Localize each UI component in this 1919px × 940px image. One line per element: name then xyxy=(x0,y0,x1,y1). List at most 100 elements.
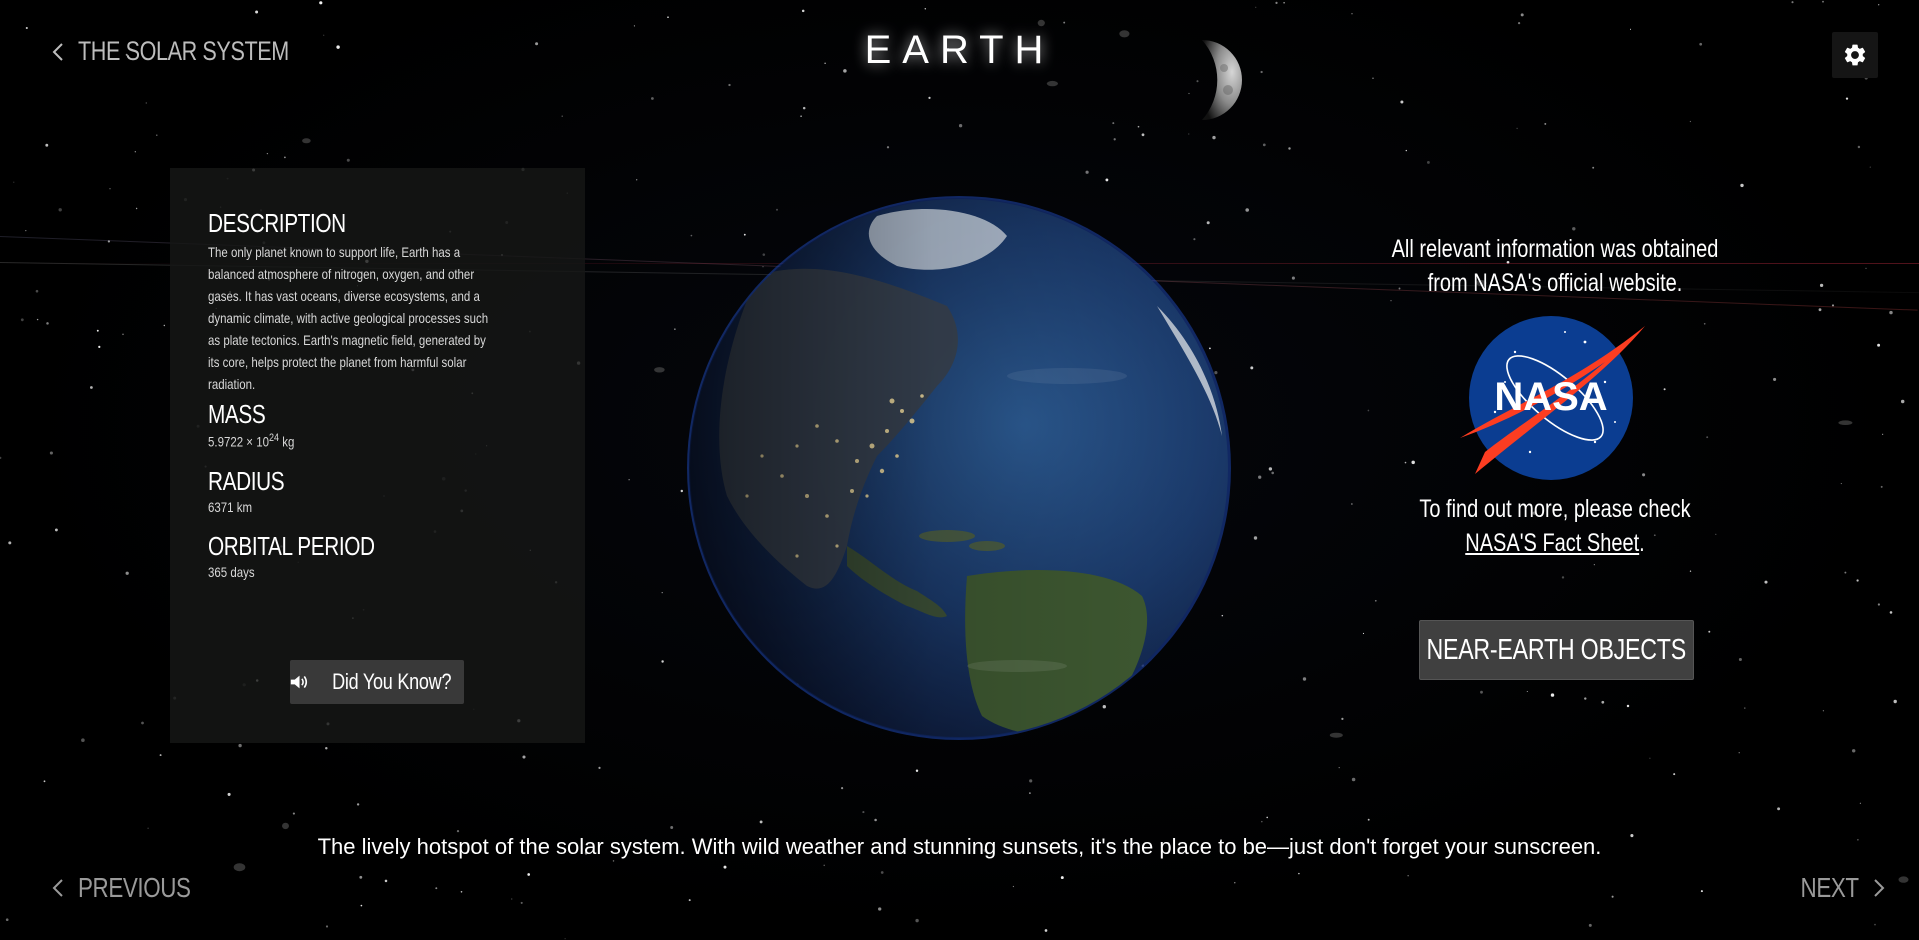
star xyxy=(1374,599,1377,602)
did-you-know-button[interactable]: Did You Know? xyxy=(290,660,464,704)
asteroid xyxy=(1037,19,1045,27)
star xyxy=(25,229,27,232)
star xyxy=(1845,97,1849,100)
star xyxy=(1744,707,1746,709)
star xyxy=(674,328,676,330)
page-title: EARTH xyxy=(864,28,1055,72)
previous-planet-button[interactable]: PREVIOUS xyxy=(52,872,219,904)
star xyxy=(561,115,563,117)
star xyxy=(1880,485,1883,488)
star xyxy=(356,803,360,806)
star xyxy=(359,875,363,879)
star xyxy=(667,16,669,19)
star xyxy=(1426,160,1430,164)
next-label: NEXT xyxy=(1800,872,1860,903)
star xyxy=(1572,227,1576,231)
star xyxy=(1673,773,1676,776)
star xyxy=(1764,580,1768,584)
nasa-logo: NASA xyxy=(1460,316,1645,480)
star xyxy=(1085,170,1089,174)
star xyxy=(1819,283,1824,288)
asteroid xyxy=(302,138,311,144)
moon[interactable] xyxy=(1188,38,1242,122)
star xyxy=(96,329,99,332)
star xyxy=(1372,77,1374,79)
star xyxy=(125,571,129,575)
star xyxy=(1791,1,1794,4)
orbital-period-section: ORBITAL PERIOD 365 days xyxy=(208,531,547,580)
asteroid xyxy=(1838,420,1853,426)
star xyxy=(1844,571,1847,574)
star xyxy=(255,10,259,14)
star xyxy=(1777,807,1781,811)
star xyxy=(1857,145,1861,149)
star xyxy=(728,83,731,87)
star xyxy=(1362,632,1365,635)
star xyxy=(1250,366,1254,370)
star xyxy=(520,901,523,904)
star xyxy=(1689,120,1692,123)
star xyxy=(1480,690,1483,694)
nasa-fact-sheet-link[interactable]: NASA'S Fact Sheet xyxy=(1465,529,1639,557)
star xyxy=(1341,717,1344,721)
star xyxy=(325,746,328,750)
star xyxy=(1882,433,1884,435)
star xyxy=(1255,6,1257,8)
star xyxy=(802,106,806,110)
star xyxy=(915,769,919,772)
star xyxy=(90,386,93,389)
star xyxy=(163,324,165,327)
star xyxy=(1291,276,1295,280)
star xyxy=(564,938,566,940)
star xyxy=(45,143,49,147)
star xyxy=(1137,125,1140,128)
star xyxy=(460,890,463,893)
star xyxy=(1592,166,1595,169)
star xyxy=(54,528,58,532)
star xyxy=(915,918,919,923)
star xyxy=(628,479,630,481)
star xyxy=(1271,471,1274,475)
star xyxy=(511,898,513,900)
star xyxy=(98,345,101,349)
star xyxy=(1258,475,1262,479)
star xyxy=(1550,693,1555,697)
star xyxy=(688,899,691,902)
star xyxy=(1877,603,1881,606)
asteroid xyxy=(1898,876,1909,883)
star xyxy=(886,146,890,149)
star xyxy=(880,871,884,874)
star xyxy=(1261,820,1263,823)
radius-value: 6371 km xyxy=(208,498,253,515)
solar-system-viewer: THE SOLAR SYSTEM EARTH DESCRIPTION The o… xyxy=(0,0,1919,940)
star xyxy=(266,152,269,155)
star xyxy=(1738,752,1740,754)
star xyxy=(1544,122,1547,125)
star xyxy=(1878,4,1880,6)
star xyxy=(878,907,882,911)
mass-section: MASS 5.9722 × 1024 kg xyxy=(208,399,547,450)
star xyxy=(612,860,615,862)
star xyxy=(1060,876,1064,880)
did-you-know-label: Did You Know? xyxy=(331,669,451,694)
settings-button[interactable] xyxy=(1832,32,1878,78)
star xyxy=(1818,308,1822,312)
star xyxy=(1649,757,1651,759)
previous-label: PREVIOUS xyxy=(78,872,191,903)
star xyxy=(156,134,158,136)
star xyxy=(1851,749,1856,753)
star xyxy=(928,96,931,100)
star xyxy=(1874,923,1876,926)
star xyxy=(1407,875,1409,877)
star xyxy=(759,820,763,824)
star xyxy=(680,489,684,493)
near-earth-objects-button[interactable]: NEAR-EARTH OBJECTS xyxy=(1419,620,1694,680)
chevron-left-icon xyxy=(52,879,63,897)
nasa-logo-text: NASA xyxy=(1494,375,1607,419)
star xyxy=(598,766,601,770)
star xyxy=(81,738,85,742)
star xyxy=(0,456,2,459)
earth-globe[interactable] xyxy=(687,196,1232,741)
star xyxy=(1268,467,1273,471)
next-planet-button[interactable]: NEXT xyxy=(1786,872,1885,904)
